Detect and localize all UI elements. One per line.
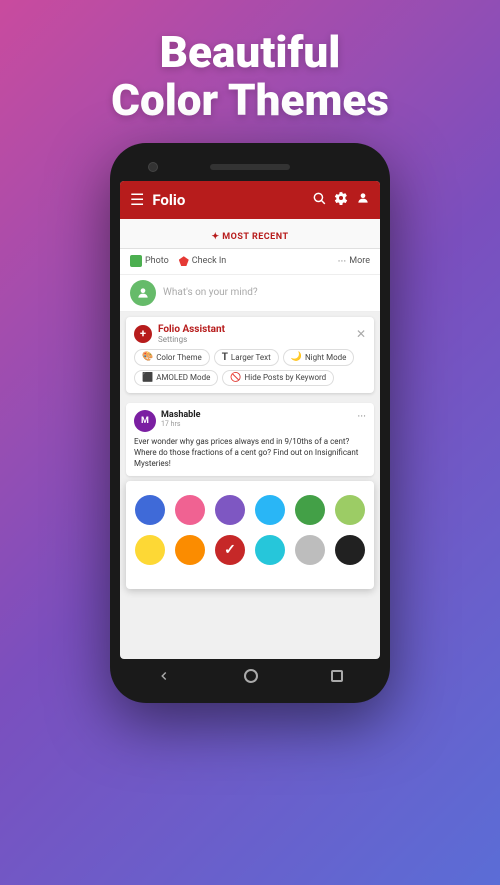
chip-hide-posts[interactable]: 🚫 Hide Posts by Keyword [222, 370, 334, 386]
account-icon[interactable] [356, 191, 370, 209]
most-recent-bar: ✦ Most Recent [120, 219, 380, 249]
color-row-2 [136, 535, 364, 565]
color-lime[interactable] [335, 495, 365, 525]
color-black[interactable] [335, 535, 365, 565]
nav-home-button[interactable] [244, 669, 258, 683]
assistant-header: + Folio Assistant Settings ✕ [134, 324, 366, 344]
chip-night-mode[interactable]: 🌙 Night Mode [283, 349, 355, 366]
menu-icon[interactable]: ☰ [130, 190, 144, 209]
feed-post: M Mashable 17 hrs ··· Ever wonder why ga… [126, 403, 374, 477]
color-picker-panel [126, 481, 374, 589]
assistant-title-row: + Folio Assistant Settings [134, 324, 225, 344]
color-orange[interactable] [175, 535, 205, 565]
night-mode-icon: 🌙 [291, 352, 302, 362]
chip-larger-text[interactable]: T Larger Text [214, 349, 279, 366]
phone-top-bar [120, 153, 380, 181]
nav-back-button[interactable] [157, 669, 171, 683]
phone-speaker [210, 164, 290, 170]
post-actions-row: Photo Check In ··· More [120, 249, 380, 275]
photo-action[interactable]: Photo [130, 255, 169, 267]
feed-more-icon[interactable]: ··· [357, 410, 366, 423]
feed-source: Mashable [161, 410, 357, 420]
color-purple[interactable] [215, 495, 245, 525]
assistant-info: Folio Assistant Settings [158, 324, 225, 344]
feed-meta: Mashable 17 hrs [161, 410, 357, 428]
assistant-card: + Folio Assistant Settings ✕ 🎨 Color The… [126, 317, 374, 393]
app-title: Folio [152, 191, 312, 209]
app-bar: ☰ Folio [120, 181, 380, 219]
chip-color-theme[interactable]: 🎨 Color Theme [134, 349, 210, 366]
color-green[interactable] [295, 495, 325, 525]
feed-post-header: M Mashable 17 hrs ··· [134, 410, 366, 432]
feed-text: Ever wonder why gas prices always end in… [134, 436, 366, 470]
chips-row: 🎨 Color Theme T Larger Text 🌙 Night Mode… [134, 349, 366, 386]
color-row-1 [136, 495, 364, 525]
more-label: More [349, 256, 370, 266]
assistant-name: Folio Assistant [158, 324, 225, 335]
checkin-label: Check In [192, 256, 227, 266]
assistant-sub: Settings [158, 335, 225, 344]
checkin-icon [179, 256, 189, 266]
color-light-blue[interactable] [255, 495, 285, 525]
hide-posts-icon: 🚫 [230, 373, 241, 383]
mashable-avatar: M [134, 410, 156, 432]
hero-title: Beautiful Color Themes [111, 28, 389, 125]
color-cyan[interactable] [255, 535, 285, 565]
feed-time: 17 hrs [161, 420, 357, 428]
assistant-icon: + [134, 325, 152, 343]
more-dots-icon: ··· [338, 255, 347, 268]
chip-hide-posts-label: Hide Posts by Keyword [245, 373, 327, 382]
chip-amoled-mode[interactable]: ⬛ AMOLED Mode [134, 370, 218, 386]
close-button[interactable]: ✕ [356, 327, 366, 341]
photo-label: Photo [145, 256, 169, 266]
more-action[interactable]: ··· More [338, 255, 370, 268]
chip-night-mode-label: Night Mode [305, 353, 346, 362]
photo-icon [130, 255, 142, 267]
chip-larger-text-label: Larger Text [231, 353, 271, 362]
status-input-row[interactable]: What's on your mind? [120, 275, 380, 312]
color-grey[interactable] [295, 535, 325, 565]
search-icon[interactable] [312, 191, 326, 209]
phone-mockup: ☰ Folio ✦ Most Recent Photo [110, 143, 390, 703]
color-red[interactable] [215, 535, 245, 565]
hero-section: Beautiful Color Themes [91, 0, 409, 125]
chip-amoled-label: AMOLED Mode [156, 373, 210, 382]
user-avatar [130, 280, 156, 306]
larger-text-icon: T [222, 352, 228, 363]
phone-camera [148, 162, 158, 172]
checkin-action[interactable]: Check In [179, 256, 227, 266]
phone-bottom-nav [120, 659, 380, 693]
color-yellow[interactable] [135, 535, 165, 565]
settings-icon[interactable] [334, 191, 348, 209]
nav-recents-button[interactable] [331, 670, 343, 682]
color-theme-icon: 🎨 [142, 352, 153, 362]
most-recent-label: ✦ Most Recent [211, 232, 288, 242]
amoled-icon: ⬛ [142, 373, 153, 383]
chip-color-theme-label: Color Theme [156, 353, 202, 362]
phone-screen: ☰ Folio ✦ Most Recent Photo [120, 181, 380, 659]
status-placeholder: What's on your mind? [163, 287, 258, 298]
color-blue[interactable] [135, 495, 165, 525]
color-pink[interactable] [175, 495, 205, 525]
app-bar-icons [312, 191, 370, 209]
